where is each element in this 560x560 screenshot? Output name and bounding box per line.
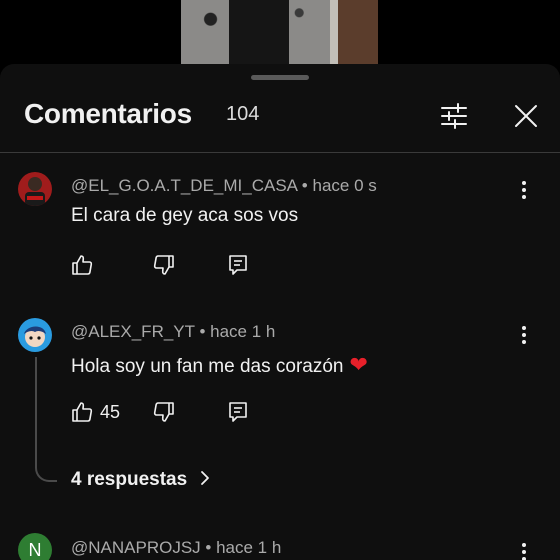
chevron-right-icon — [201, 471, 210, 485]
more-vertical-icon — [522, 181, 526, 199]
close-button[interactable] — [510, 100, 542, 132]
avatar[interactable] — [18, 318, 52, 352]
sliders-icon — [441, 103, 467, 129]
thumb-down-icon — [153, 255, 174, 275]
more-options-button[interactable] — [514, 178, 534, 202]
heart-emoji-icon: ❤ — [349, 352, 368, 377]
comment-author[interactable]: @ALEX_FR_YT — [71, 322, 195, 341]
like-button[interactable]: 45 — [70, 400, 120, 424]
thumb-up-icon — [72, 402, 93, 422]
comment-time: hace 0 s — [312, 176, 377, 195]
comment-reply-icon — [229, 402, 247, 422]
comment-text: El cara de gey aca sos vos — [71, 205, 299, 226]
close-icon — [515, 105, 537, 127]
comment-time: hace 1 h — [216, 538, 282, 557]
replies-label: 4 respuestas — [71, 469, 188, 490]
comment-author[interactable]: @NANAPROJSJ — [71, 538, 201, 557]
comment-meta: @ALEX_FR_YT • hace 1 h — [71, 322, 276, 341]
reply-button[interactable] — [226, 253, 250, 277]
filter-button[interactable] — [438, 100, 470, 132]
video-preview[interactable] — [0, 0, 560, 64]
comment-time: hace 1 h — [210, 322, 276, 341]
more-vertical-icon — [522, 543, 526, 560]
more-vertical-icon — [522, 326, 526, 344]
view-replies-button[interactable]: 4 respuestas — [71, 469, 212, 491]
like-count: 45 — [100, 401, 121, 422]
comments-title: Comentarios — [24, 98, 192, 129]
dislike-button[interactable] — [152, 400, 176, 424]
more-options-button[interactable] — [514, 540, 534, 560]
comment-text-body: Hola soy un fan me das corazón — [71, 356, 344, 377]
thumb-down-icon — [153, 402, 174, 422]
avatar[interactable]: N — [18, 533, 52, 560]
more-options-button[interactable] — [514, 323, 534, 347]
comments-count: 104 — [226, 103, 260, 125]
comment-meta: @EL_G.O.A.T_DE_MI_CASA • hace 0 s — [71, 176, 377, 195]
thread-line — [35, 357, 57, 482]
comment-author[interactable]: @EL_G.O.A.T_DE_MI_CASA — [71, 176, 297, 195]
comment-meta: @NANAPROJSJ • hace 1 h — [71, 538, 282, 557]
comments-header: Comentarios 104 — [0, 98, 560, 138]
like-button[interactable] — [70, 253, 94, 277]
comment-text: Hola soy un fan me das corazón ❤ — [71, 352, 368, 378]
avatar-initial: N — [28, 539, 42, 560]
video-thumbnail — [181, 0, 378, 64]
thumb-up-icon — [72, 255, 93, 275]
comment-reply-icon — [229, 255, 247, 275]
drag-handle[interactable] — [251, 75, 309, 80]
reply-button[interactable] — [226, 400, 250, 424]
dislike-button[interactable] — [152, 253, 176, 277]
avatar[interactable] — [18, 172, 52, 206]
header-divider — [0, 152, 560, 153]
